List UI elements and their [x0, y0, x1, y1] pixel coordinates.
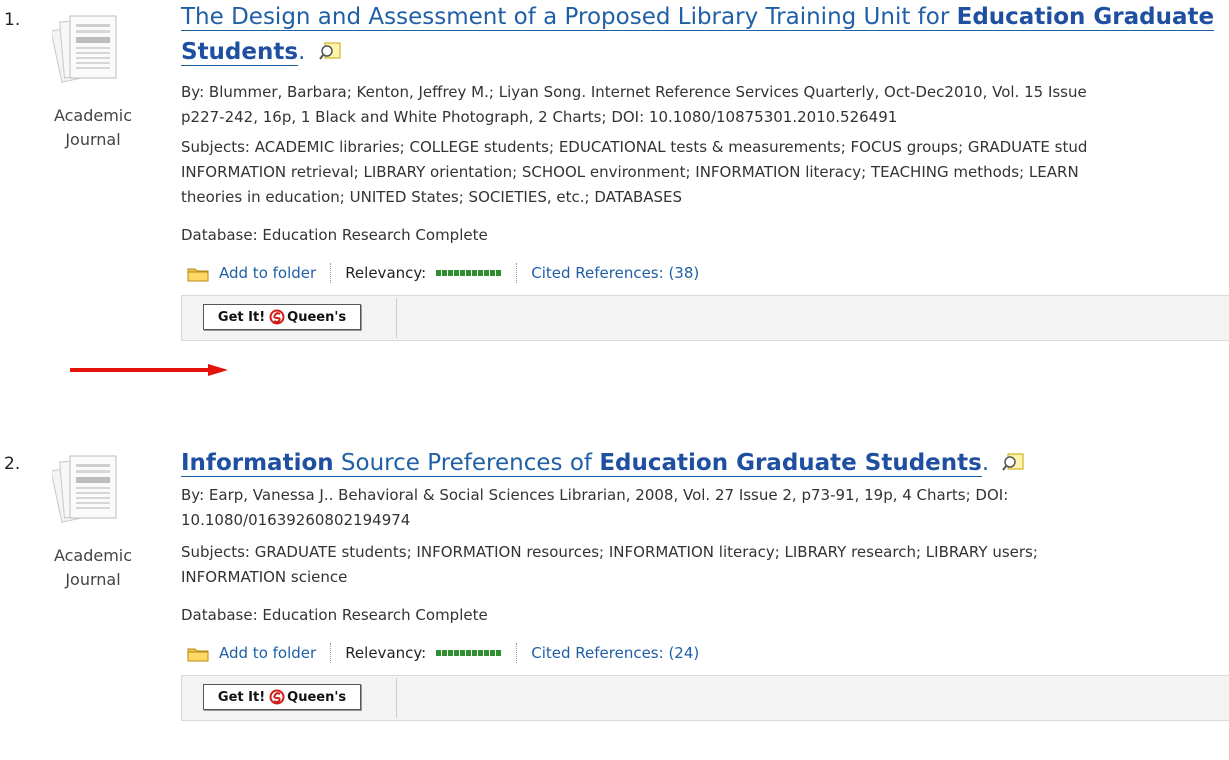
getit-logo-icon — [269, 689, 285, 705]
divider — [516, 643, 518, 663]
relevancy-meter — [436, 270, 502, 276]
result-actions: Add to folder Relevancy: Cited Reference… — [181, 261, 1229, 285]
cited-references-link[interactable]: Cited References: (24) — [531, 641, 699, 665]
folder-icon[interactable] — [187, 646, 209, 662]
preview-magnifier-icon[interactable] — [1002, 452, 1024, 472]
divider — [516, 263, 518, 283]
academic-journal-icon[interactable] — [52, 452, 124, 524]
result-subjects: Subjects: ACADEMIC libraries; COLLEGE st… — [181, 138, 1088, 206]
divider — [396, 298, 397, 338]
result-subjects: Subjects: GRADUATE students; INFORMATION… — [181, 543, 1038, 586]
result-title: The Design and Assessment of a Proposed … — [181, 4, 1215, 66]
relevancy-meter — [436, 650, 502, 656]
result-title-link[interactable]: Information Source Preferences of Educat… — [181, 450, 982, 477]
folder-icon[interactable] — [187, 266, 209, 282]
get-it-button[interactable]: Get It! Queen's — [203, 684, 361, 710]
academic-journal-icon[interactable] — [52, 12, 124, 84]
add-to-folder-link[interactable]: Add to folder — [219, 261, 316, 285]
relevancy-label: Relevancy: — [345, 264, 427, 282]
getit-logo-icon — [269, 309, 285, 325]
doc-type-label: Academic Journal — [53, 106, 133, 149]
result-title-link[interactable]: The Design and Assessment of a Proposed … — [181, 4, 1215, 31]
preview-magnifier-icon[interactable] — [318, 41, 341, 61]
doc-type-label: Academic Journal — [53, 546, 133, 589]
divider — [396, 678, 397, 718]
result-database: Database: Education Research Complete — [181, 606, 488, 624]
annotation-arrow-icon — [70, 364, 228, 376]
getit-toolbar: Get It! Queen's — [181, 675, 1229, 721]
add-to-folder-link[interactable]: Add to folder — [219, 641, 316, 665]
getit-toolbar: Get It! Queen's — [181, 295, 1229, 341]
cited-references-link[interactable]: Cited References: (38) — [531, 261, 699, 285]
result-byline: By: Earp, Vanessa J.. Behavioral & Socia… — [181, 486, 1009, 529]
result-title-link-cont[interactable]: Students — [181, 39, 299, 66]
result-title: Information Source Preferences of Educat… — [181, 446, 1229, 481]
divider — [330, 643, 332, 663]
result-actions: Add to folder Relevancy: Cited Reference… — [181, 641, 1229, 665]
relevancy-label: Relevancy: — [345, 644, 427, 662]
get-it-button[interactable]: Get It! Queen's — [203, 304, 361, 330]
result-byline: By: Blummer, Barbara; Kenton, Jeffrey M.… — [181, 83, 1087, 126]
result-number: 2. — [4, 454, 21, 474]
result-database: Database: Education Research Complete — [181, 226, 488, 244]
divider — [330, 263, 332, 283]
result-number: 1. — [4, 10, 21, 30]
